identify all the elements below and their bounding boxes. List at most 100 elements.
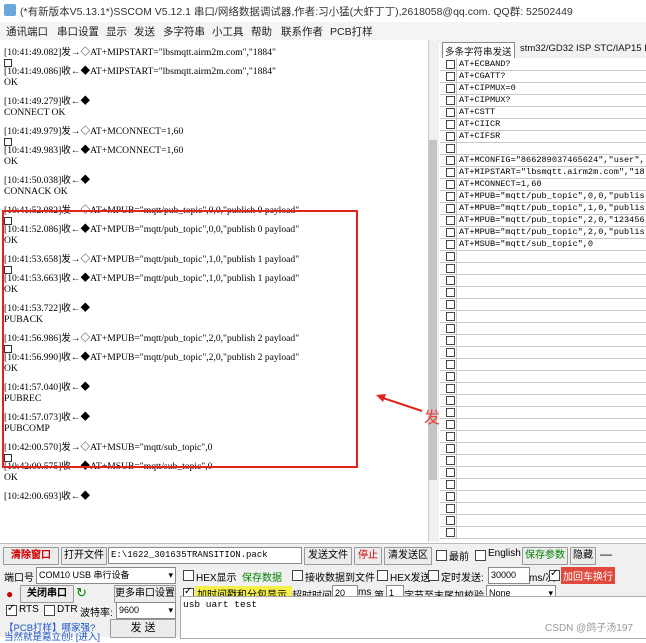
stop-button[interactable]: 停止 (354, 547, 382, 565)
dtr-checkbox[interactable] (44, 605, 55, 616)
save-params-button[interactable]: 保存参数 (522, 547, 568, 565)
string-row-checkbox[interactable] (446, 408, 455, 417)
expand-button[interactable]: 隐藏 (570, 547, 596, 565)
string-row-text[interactable]: AT+CGATT? (459, 71, 645, 81)
string-row-checkbox[interactable] (446, 492, 455, 501)
port-select[interactable]: COM10 USB 串行设备 (36, 567, 176, 584)
string-row-checkbox[interactable] (446, 276, 455, 285)
string-row-text[interactable]: AT+MIPSTART="lbsmqtt.airm2m.com","1884" (459, 167, 645, 177)
string-row-checkbox[interactable] (446, 504, 455, 513)
clear-send-button[interactable]: 清发送区 (384, 547, 432, 565)
string-row-text[interactable]: AT+ECBAND? (459, 59, 645, 69)
clear-window-button[interactable]: 清除窗口 (3, 547, 59, 565)
string-row-checkbox[interactable] (446, 312, 455, 321)
ad-line-2[interactable]: 当然就是嘉立创! [进入] (4, 629, 100, 643)
timed-send-checkbox[interactable] (428, 570, 439, 581)
string-row-text[interactable]: AT+CIFSR (459, 131, 645, 141)
string-row-checkbox[interactable] (446, 84, 455, 93)
recv-to-file-checkbox[interactable] (292, 570, 303, 581)
string-row-checkbox[interactable] (446, 96, 455, 105)
string-row-checkbox[interactable] (446, 372, 455, 381)
menu-serial[interactable]: 串口设置 (57, 24, 99, 39)
log-scrollbar-thumb[interactable] (429, 140, 437, 480)
string-row-checkbox[interactable] (446, 480, 455, 489)
string-row-text[interactable]: AT+MPUB="mqtt/pub_topic",0,0,"publish 0 (459, 191, 645, 201)
string-row-checkbox[interactable] (446, 516, 455, 525)
string-row-checkbox[interactable] (446, 216, 455, 225)
string-row-text[interactable]: AT+CSTT (459, 107, 645, 117)
string-row-checkbox[interactable] (446, 132, 455, 141)
string-row-checkbox[interactable] (446, 396, 455, 405)
english-checkbox[interactable] (475, 550, 486, 561)
menu-pcb[interactable]: PCB打样 (330, 24, 373, 39)
string-row-checkbox[interactable] (446, 264, 455, 273)
close-port-button[interactable]: 关闭串口 (20, 585, 74, 603)
menu-contact[interactable]: 联系作者 (281, 24, 323, 39)
string-row-text[interactable]: AT+MPUB="mqtt/pub_topic",2,0,"1234567890 (459, 215, 645, 225)
string-row-text[interactable]: AT+CIPMUX? (459, 95, 645, 105)
more-settings-button[interactable]: 更多串口设置 (114, 585, 176, 603)
hex-send-checkbox[interactable] (377, 570, 388, 581)
menu-tools[interactable]: 小工具 (212, 24, 244, 39)
add-crlf-checkbox[interactable] (549, 568, 560, 581)
tab-stm32-isp[interactable]: stm32/GD32 ISP (518, 42, 593, 55)
string-row-checkbox[interactable] (446, 108, 455, 117)
string-row-checkbox[interactable] (446, 192, 455, 201)
string-row-checkbox[interactable] (446, 444, 455, 453)
string-row-checkbox[interactable] (446, 288, 455, 297)
string-row-checkbox[interactable] (446, 144, 455, 153)
open-file-button[interactable]: 打开文件 (61, 547, 107, 565)
string-row-checkbox[interactable] (446, 156, 455, 165)
string-row-text[interactable]: AT+MPUB="mqtt/pub_topic",2,0,"publish 2 (459, 227, 645, 237)
tab-stc-isp[interactable]: STC/IAP15 IS (592, 42, 646, 55)
menu-multistr[interactable]: 多字符串 (163, 24, 205, 39)
string-row-checkbox[interactable] (446, 204, 455, 213)
string-row-checkbox[interactable] (446, 180, 455, 189)
string-row-checkbox[interactable] (446, 348, 455, 357)
string-row-checkbox[interactable] (446, 252, 455, 261)
topmost-checkbox[interactable] (436, 550, 447, 561)
tab-multi-string[interactable]: 多条字符串发送 (442, 42, 515, 59)
string-row-checkbox[interactable] (446, 168, 455, 177)
string-row-checkbox[interactable] (446, 72, 455, 81)
string-row-text[interactable]: AT+MCONFIG="866289037465624","user","pas (459, 155, 645, 165)
string-row-checkbox[interactable] (446, 432, 455, 441)
row-divider (456, 478, 457, 490)
minus-icon[interactable]: — (600, 547, 612, 561)
string-row-text[interactable]: AT+MCONNECT=1,60 (459, 179, 645, 189)
send-button[interactable]: 发 送 (110, 619, 176, 638)
string-row-checkbox[interactable] (446, 360, 455, 369)
string-row-text[interactable]: AT+CIPMUX=0 (459, 83, 645, 93)
save-data-button[interactable]: 保存数据 (242, 569, 282, 584)
rts-checkbox[interactable] (6, 603, 17, 616)
string-row-checkbox[interactable] (446, 300, 455, 309)
menu-send[interactable]: 发送 (134, 24, 155, 39)
file-path-field[interactable]: E:\1622_301635TRANSITION.pack (108, 547, 302, 564)
send-file-button[interactable]: 发送文件 (304, 547, 352, 565)
string-row-checkbox[interactable] (446, 468, 455, 477)
string-row-checkbox[interactable] (446, 384, 455, 393)
refresh-icon[interactable]: ↻ (76, 585, 87, 601)
baud-select[interactable]: 9600 (116, 602, 176, 619)
send-textbox[interactable]: usb uart test CSDN @鸽子汤197 (180, 596, 646, 639)
menu-display[interactable]: 显示 (106, 24, 127, 39)
string-row-text[interactable]: AT+MPUB="mqtt/pub_topic",1,0,"publish 1 (459, 203, 645, 213)
menu-help[interactable]: 帮助 (251, 24, 272, 39)
string-row-checkbox[interactable] (446, 324, 455, 333)
control-row-1: 清除窗口 打开文件 E:\1622_301635TRANSITION.pack … (0, 543, 646, 566)
string-row-checkbox[interactable] (446, 60, 455, 69)
string-row-text[interactable]: AT+CIICR (459, 119, 645, 129)
interval-input[interactable]: 30000 (488, 567, 530, 584)
string-row-text[interactable]: AT+MSUB="mqtt/sub_topic",0 (459, 239, 645, 249)
string-row-checkbox[interactable] (446, 240, 455, 249)
string-row-checkbox[interactable] (446, 228, 455, 237)
string-row-checkbox[interactable] (446, 120, 455, 129)
string-row-checkbox[interactable] (446, 336, 455, 345)
string-row-checkbox[interactable] (446, 456, 455, 465)
menu-port[interactable]: 通讯端口 (6, 24, 48, 39)
string-row[interactable] (440, 526, 646, 539)
string-row-checkbox[interactable] (446, 420, 455, 429)
string-row-checkbox[interactable] (446, 528, 455, 537)
hex-display-label: HEX显示 (196, 573, 237, 584)
hex-display-checkbox[interactable] (183, 570, 194, 581)
